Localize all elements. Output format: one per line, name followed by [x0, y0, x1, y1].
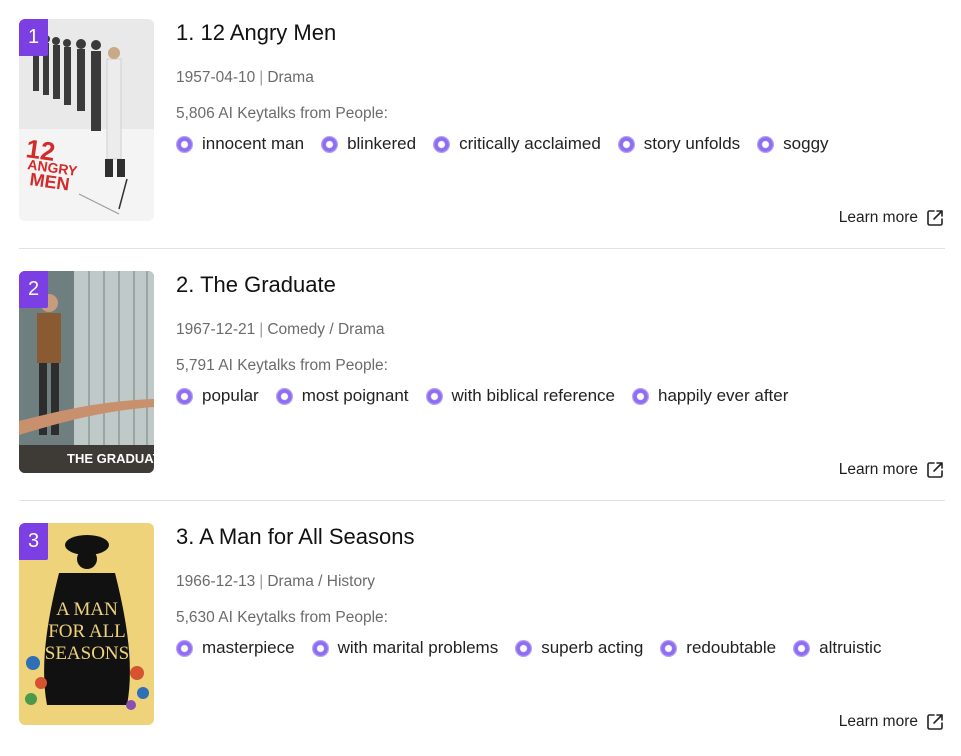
- keytalks-count: 5,630 AI Keytalks from People:: [176, 609, 388, 626]
- keytalk-tag[interactable]: with marital problems: [311, 635, 499, 661]
- keytalk-tag[interactable]: most poignant: [275, 383, 409, 409]
- external-link-icon: [927, 714, 943, 730]
- svg-text:A MAN: A MAN: [56, 599, 118, 620]
- keytalk-dot-icon: [275, 387, 293, 405]
- tag-label: redoubtable: [686, 638, 777, 657]
- keytalk-tag[interactable]: superb acting: [515, 635, 643, 661]
- genres: Drama: [267, 69, 314, 86]
- meta-separator: |: [259, 573, 264, 590]
- learn-more-label: Learn more: [838, 209, 918, 226]
- learn-more-link[interactable]: Learn more: [839, 206, 945, 230]
- release-date: 1967-12-21: [176, 321, 256, 338]
- keytalk-dot-icon: [617, 135, 635, 153]
- divider: [19, 248, 945, 249]
- tag-label: soggy: [783, 134, 829, 153]
- rank-badge: 1: [19, 19, 48, 56]
- keytalk-tag[interactable]: innocent man: [176, 131, 304, 157]
- release-date: 1966-12-13: [176, 573, 256, 590]
- keytalk-dot-icon: [515, 639, 533, 657]
- keytalk-dot-icon: [321, 135, 339, 153]
- keytalk-tag[interactable]: altruistic: [793, 635, 881, 661]
- learn-more-label: Learn more: [838, 461, 918, 478]
- movie-item: A MAN FOR ALL SEASONS 3 3. A Man for All…: [0, 504, 961, 756]
- keytalk-dot-icon: [631, 387, 649, 405]
- tag-label: happily ever after: [657, 386, 789, 405]
- movie-meta: 1967-12-21 | Comedy / Drama: [176, 320, 384, 340]
- poster-12-angry-men[interactable]: 12 ANGRY MEN 1: [19, 19, 154, 221]
- movie-title[interactable]: 2. The Graduate: [176, 271, 336, 299]
- meta-separator: |: [259, 321, 264, 338]
- svg-text:THE GRADUATE: THE GRADUATE: [67, 451, 154, 466]
- learn-more-label: Learn more: [838, 713, 918, 730]
- svg-text:SEASONS: SEASONS: [45, 643, 129, 664]
- rank-badge: 3: [19, 523, 48, 560]
- rank-badge: 2: [19, 271, 48, 308]
- learn-more-link[interactable]: Learn more: [839, 458, 945, 482]
- genres: Comedy / Drama: [267, 321, 385, 338]
- genres: Drama / History: [267, 573, 375, 590]
- keytalk-tag[interactable]: masterpiece: [176, 635, 295, 661]
- keytalks-count: 5,791 AI Keytalks from People:: [176, 357, 388, 374]
- keytalk-dot-icon: [757, 135, 775, 153]
- movie-meta: 1957-04-10 | Drama: [176, 68, 314, 88]
- movie-title[interactable]: 3. A Man for All Seasons: [176, 523, 414, 551]
- movie-title[interactable]: 1. 12 Angry Men: [176, 19, 336, 47]
- keytalk-dot-icon: [176, 387, 193, 405]
- tag-label: superb acting: [541, 638, 644, 657]
- movie-item: 12 ANGRY MEN 1 1. 12 Angry Men 1957-04-1…: [0, 0, 961, 252]
- keytalk-tag[interactable]: redoubtable: [660, 635, 776, 661]
- keytalk-dot-icon: [311, 639, 329, 657]
- keytalk-tag[interactable]: critically acclaimed: [433, 131, 601, 157]
- tag-label: with marital problems: [337, 638, 499, 657]
- keytalk-dot-icon: [793, 639, 811, 657]
- keytalk-tag[interactable]: story unfolds: [617, 131, 741, 157]
- keytalk-tag[interactable]: blinkered: [321, 131, 416, 157]
- keytalk-tag[interactable]: happily ever after: [631, 383, 789, 409]
- tag-label: innocent man: [202, 134, 305, 153]
- keytalk-tags: popular most poignant with biblical refe…: [176, 383, 805, 409]
- tag-label: critically acclaimed: [459, 134, 601, 153]
- tag-label: popular: [202, 386, 259, 405]
- keytalk-dot-icon: [425, 387, 443, 405]
- meta-separator: |: [259, 69, 264, 86]
- keytalk-dot-icon: [176, 135, 193, 153]
- release-date: 1957-04-10: [176, 69, 256, 86]
- poster-the-graduate[interactable]: THE GRADUATE 2: [19, 271, 154, 473]
- tag-label: story unfolds: [643, 134, 741, 153]
- keytalk-dot-icon: [660, 639, 678, 657]
- keytalk-tags: masterpiece with marital problems superb…: [176, 635, 898, 661]
- svg-text:FOR ALL: FOR ALL: [48, 621, 126, 642]
- keytalk-tag[interactable]: popular: [176, 383, 259, 409]
- movie-meta: 1966-12-13 | Drama / History: [176, 572, 375, 592]
- tag-label: masterpiece: [202, 638, 295, 657]
- movie-list: 12 ANGRY MEN 1 1. 12 Angry Men 1957-04-1…: [0, 0, 961, 735]
- movie-item: THE GRADUATE 2 2. The Graduate 1967-12-2…: [0, 252, 961, 504]
- learn-more-link[interactable]: Learn more: [839, 710, 945, 734]
- poster-a-man-for-all-seasons[interactable]: A MAN FOR ALL SEASONS 3: [19, 523, 154, 725]
- keytalk-tag[interactable]: with biblical reference: [425, 383, 615, 409]
- keytalk-tag[interactable]: soggy: [757, 131, 829, 157]
- external-link-icon: [927, 462, 943, 478]
- tag-label: blinkered: [347, 134, 417, 153]
- keytalk-dot-icon: [176, 639, 193, 657]
- keytalks-count: 5,806 AI Keytalks from People:: [176, 105, 388, 122]
- external-link-icon: [927, 210, 943, 226]
- divider: [19, 500, 945, 501]
- tag-label: with biblical reference: [451, 386, 615, 405]
- keytalk-dot-icon: [433, 135, 451, 153]
- keytalk-tags: innocent man blinkered critically acclai…: [176, 131, 846, 157]
- tag-label: altruistic: [819, 638, 882, 657]
- tag-label: most poignant: [301, 386, 409, 405]
